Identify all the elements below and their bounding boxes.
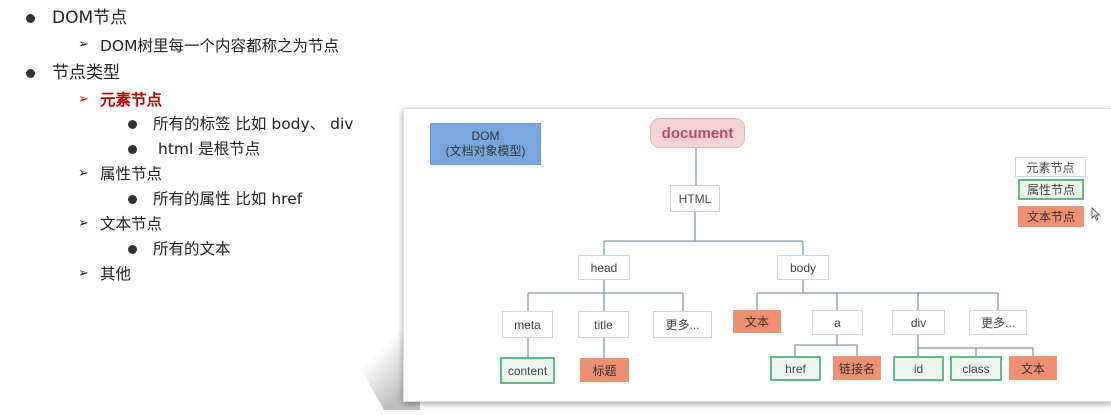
node-body: body — [777, 255, 829, 280]
mouse-cursor-icon — [1091, 207, 1101, 221]
node-html: HTML — [670, 185, 720, 212]
node-id-attr: id — [893, 356, 944, 381]
dom-sublabel: (文档对象模型) — [445, 144, 526, 158]
node-link-text: 链接名 — [833, 356, 881, 380]
node-more-body: 更多... — [969, 310, 1027, 335]
node-more-head: 更多... — [653, 311, 712, 338]
connector — [756, 280, 999, 310]
connector — [917, 335, 1034, 356]
connector — [794, 335, 858, 356]
node-meta: meta — [502, 311, 553, 338]
dom-label: DOM — [471, 129, 500, 143]
node-title-text: 标题 — [580, 358, 629, 382]
node-div: div — [892, 310, 945, 335]
legend-element-node: 元素节点 — [1015, 157, 1086, 177]
tree-connectors — [527, 148, 1034, 358]
node-content-attr: content — [500, 357, 555, 384]
node-href-attr: href — [770, 356, 821, 381]
node-text-body: 文本 — [733, 310, 781, 333]
node-head: head — [578, 255, 630, 280]
node-title: title — [578, 311, 629, 338]
node-document: document — [650, 118, 745, 148]
dom-label-box: DOM (文档对象模型) — [430, 123, 541, 165]
node-a: a — [812, 310, 863, 335]
legend-attribute-node: 属性节点 — [1018, 179, 1084, 200]
node-class-attr: class — [950, 356, 1002, 381]
node-text-div: 文本 — [1009, 356, 1057, 380]
legend-text-node: 文本节点 — [1018, 206, 1084, 227]
